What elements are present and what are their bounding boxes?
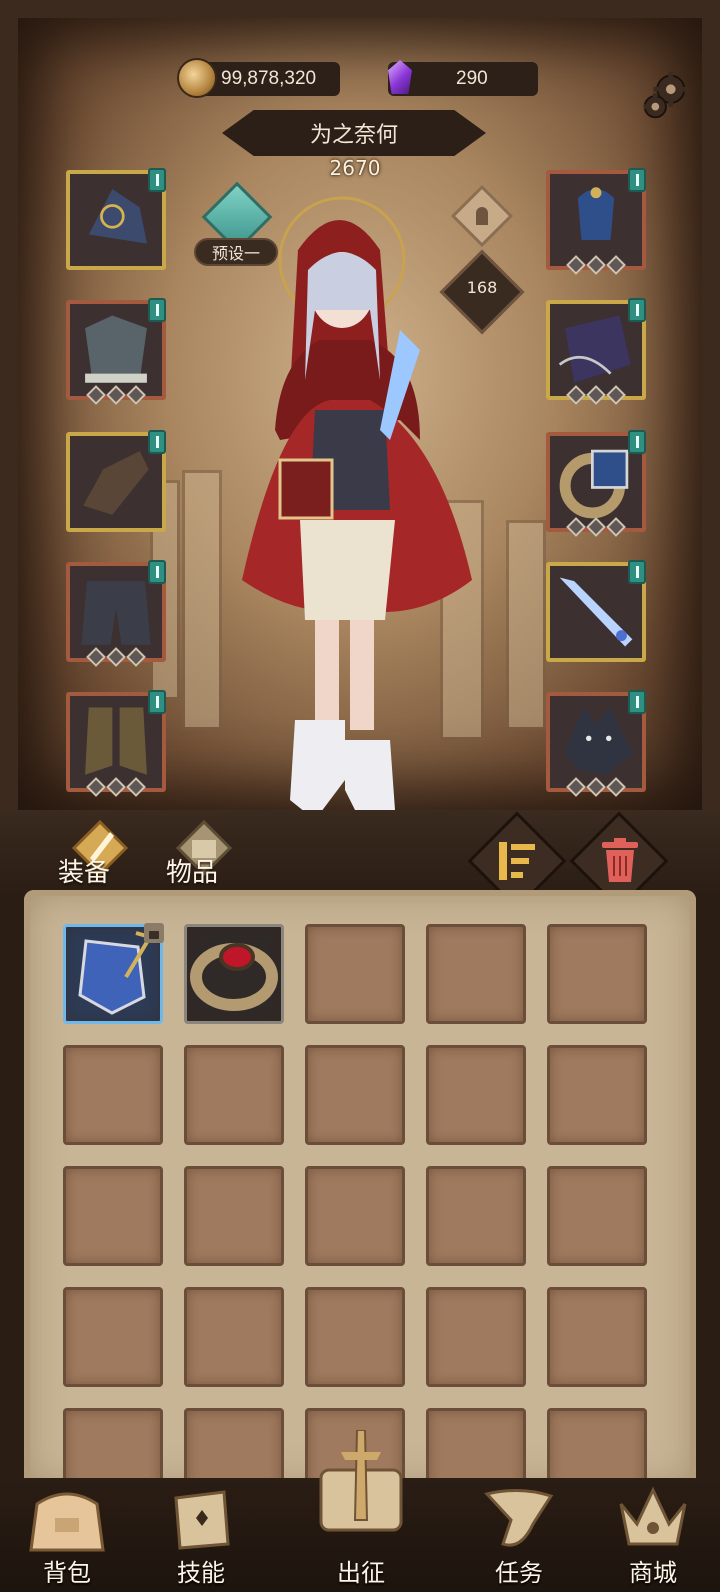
nav-skill[interactable]: 技能: [146, 1478, 256, 1592]
equip-slot-ring[interactable]: [546, 430, 646, 537]
coin-amount: 99,878,320: [221, 68, 317, 89]
inventory-slot-empty[interactable]: [63, 1166, 163, 1266]
tab-equipment[interactable]: 装备: [58, 852, 110, 889]
inventory-slot-empty[interactable]: [547, 1287, 647, 1387]
inventory-slot[interactable]: [63, 923, 164, 1024]
wolf-head-icon: [565, 707, 633, 775]
ruby-ring-icon: [190, 943, 278, 1011]
trash-icon: [602, 838, 638, 882]
inventory-slot-empty[interactable]: [426, 1045, 526, 1145]
equipped-tag: [148, 560, 166, 584]
inventory-slot[interactable]: [184, 924, 284, 1024]
equip-slot-weapon[interactable]: [546, 560, 646, 662]
tab-items[interactable]: 物品: [166, 852, 218, 889]
sword-icon: [559, 577, 633, 647]
nav-bag-label: 背包: [43, 1559, 91, 1587]
inventory-slot-empty[interactable]: [184, 1166, 284, 1266]
inventory-slot-empty[interactable]: [305, 1045, 405, 1145]
gem-amount: 290: [456, 68, 488, 89]
amulet-icon: [577, 187, 615, 240]
expedition-scroll-icon: [319, 1430, 403, 1532]
equipped-tag: [628, 430, 646, 454]
coin-counter[interactable]: 99,878,320: [177, 58, 340, 98]
nav-shop[interactable]: 商城: [598, 1478, 708, 1592]
inventory-slot-empty[interactable]: [305, 1166, 405, 1266]
bracer-icon: [559, 449, 629, 519]
shop-crown-icon: [619, 1486, 687, 1546]
star-rating: [566, 255, 626, 275]
star-rating: [86, 777, 146, 797]
equipped-tag: [628, 560, 646, 584]
equipped-tag: [628, 298, 646, 322]
inventory-slot-empty[interactable]: [63, 1045, 163, 1145]
equipped-tag: [628, 168, 646, 192]
equipped-tag: [148, 430, 166, 454]
background-banner: [506, 520, 546, 730]
wolfskin-icon: [558, 315, 631, 383]
gloves-icon: [83, 451, 149, 515]
inventory-slot-empty[interactable]: [547, 1166, 647, 1266]
inventory-slot-empty[interactable]: [63, 1287, 163, 1387]
nav-quest[interactable]: 任务: [464, 1478, 574, 1592]
gem-icon: [380, 58, 420, 98]
star-rating: [566, 777, 626, 797]
armor-icon: [85, 315, 147, 383]
inventory-slot-empty[interactable]: [547, 1045, 647, 1145]
equip-slot-offhand[interactable]: [546, 690, 646, 797]
nav-shop-label: 商城: [629, 1559, 677, 1587]
inventory-slot-empty[interactable]: [184, 1287, 284, 1387]
equip-slot-legs[interactable]: [66, 560, 166, 667]
equip-slot-boots[interactable]: [66, 690, 166, 797]
equipped-tag: [148, 690, 166, 714]
equipped-tag: [148, 168, 166, 192]
sort-icon: [499, 842, 535, 880]
background-banner: [182, 470, 222, 730]
skill-book-icon: [174, 1490, 230, 1550]
pants-icon: [81, 581, 151, 645]
equipped-tag: [148, 298, 166, 322]
star-rating: [566, 517, 626, 537]
equip-slot-cape[interactable]: [546, 298, 646, 405]
nav-expedition[interactable]: 出征: [306, 1424, 416, 1592]
gear-icon[interactable]: [636, 68, 694, 126]
star-rating: [86, 647, 146, 667]
star-rating: [86, 385, 146, 405]
nav-bag[interactable]: 背包: [12, 1478, 122, 1592]
inventory-slot-empty[interactable]: [305, 924, 405, 1024]
star-rating: [566, 385, 626, 405]
helmet-icon: [88, 189, 147, 244]
equip-slot-armor[interactable]: [66, 298, 166, 405]
boots-icon: [85, 707, 147, 775]
inventory-slot-empty[interactable]: [547, 924, 647, 1024]
equipped-tag: [628, 690, 646, 714]
inventory-slot-empty[interactable]: [426, 1287, 526, 1387]
hero-name: 为之奈何: [309, 123, 398, 148]
equip-slot-head[interactable]: [66, 168, 166, 270]
nav-skill-label: 技能: [177, 1559, 225, 1587]
inventory-slot-empty[interactable]: [426, 924, 526, 1024]
quest-horn-icon: [484, 1488, 554, 1547]
coin-icon: [177, 58, 217, 98]
inventory-slot-empty[interactable]: [305, 1287, 405, 1387]
equip-slot-gloves[interactable]: [66, 430, 166, 532]
backpack-icon: [29, 1492, 105, 1552]
equip-slot-necklace[interactable]: [546, 168, 646, 275]
gem-counter[interactable]: 290: [388, 62, 538, 96]
nav-quest-label: 任务: [495, 1559, 543, 1587]
inventory-slot-empty[interactable]: [184, 1045, 284, 1145]
lock-icon: [144, 923, 164, 943]
hero-name-plate: 为之奈何: [222, 110, 486, 156]
hero-character: [242, 196, 472, 820]
nav-expedition-label: 出征: [337, 1559, 385, 1587]
inventory-slot-empty[interactable]: [426, 1166, 526, 1266]
